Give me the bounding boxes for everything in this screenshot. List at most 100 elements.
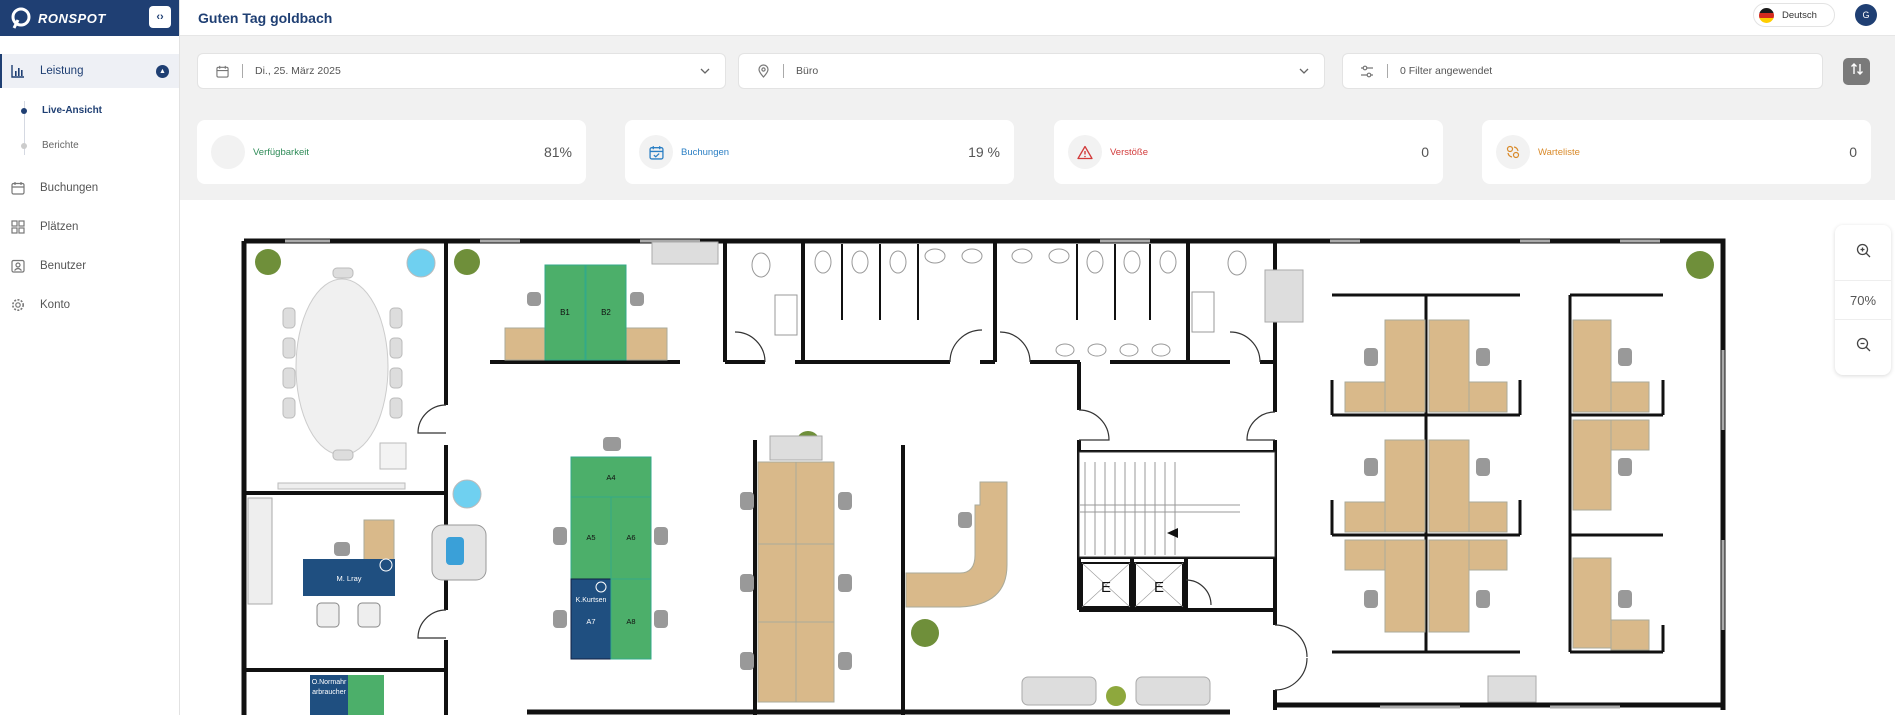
sidebar-item-label: Konto <box>40 299 71 311</box>
language-label: Deutsch <box>1782 9 1817 21</box>
booking-label-k-kurtsen: K.Kurtsen <box>576 597 607 604</box>
top-header: Guten Tag goldbach Deutsch G <box>180 0 1895 36</box>
windows <box>285 239 1725 709</box>
sort-button[interactable] <box>1843 58 1870 85</box>
booking-label-arbraucher: arbraucher <box>312 689 347 696</box>
stat-label: Verfügbarkeit <box>253 146 309 158</box>
stat-value: 19 % <box>968 144 1000 160</box>
plants <box>250 243 1714 706</box>
sidebar-item-label: Plätzen <box>40 221 79 233</box>
stat-value: 81% <box>543 144 572 160</box>
code-brackets-icon: ‹› <box>156 11 164 23</box>
filter-button[interactable]: 0 Filter angewendet <box>1342 53 1823 89</box>
zoom-out-icon <box>1856 337 1871 357</box>
coffee-machine-display <box>446 537 464 565</box>
stat-label: Verstöße <box>1110 146 1149 158</box>
warning-icon <box>1068 135 1102 169</box>
desk-label-a4: A4 <box>606 473 615 482</box>
location-select[interactable]: Büro <box>738 53 1325 89</box>
filter-status: 0 Filter angewendet <box>1400 65 1493 77</box>
sidebar-item-konto[interactable]: Konto <box>0 288 179 322</box>
grid-icon <box>10 219 26 235</box>
sidebar-subitem-live-ansicht[interactable]: Live-Ansicht <box>0 93 179 128</box>
waitlist-icon <box>1496 135 1530 169</box>
sidebar-item-buchungen[interactable]: Buchungen <box>0 171 179 205</box>
sidebar: RONSPOT ‹› Leistung ▲ Live-Ansicht Beric… <box>0 0 180 715</box>
sidebar-item-leistung[interactable]: Leistung ▲ <box>0 54 179 88</box>
chevron-down-icon <box>699 65 711 77</box>
desk-label-a7: A7 <box>586 617 595 626</box>
divider <box>1387 64 1388 78</box>
booking-label-o-normahr: O.Normahr <box>312 679 347 686</box>
desk-label-a6: A6 <box>626 533 635 542</box>
zoom-level: 70% <box>1835 280 1891 320</box>
language-selector[interactable]: Deutsch <box>1753 3 1835 27</box>
chevron-up-icon: ▲ <box>156 64 169 78</box>
desk-label-b1: B1 <box>560 308 570 317</box>
stat-card-bookings: Buchungen 19 % <box>625 120 1014 184</box>
sidebar-item-label: Leistung <box>40 65 84 77</box>
gear-icon <box>10 297 26 313</box>
sort-arrows-icon <box>1850 62 1864 81</box>
german-flag-icon <box>1759 7 1774 23</box>
sink-counter <box>1264 269 1304 323</box>
divider <box>783 64 784 78</box>
sidebar-item-plaetzen[interactable]: Plätzen <box>0 210 179 244</box>
leistung-submenu: Live-Ansicht Berichte <box>0 93 179 163</box>
sidebar-subitem-label: Berichte <box>42 140 79 151</box>
elevator-label: E <box>1154 579 1164 596</box>
stat-value: 0 <box>1849 144 1857 160</box>
calendar-check-icon <box>639 135 673 169</box>
stat-label: Warteliste <box>1538 146 1580 158</box>
outer-walls <box>241 238 1726 715</box>
collapse-sidebar-button[interactable]: ‹› <box>149 6 171 28</box>
zoom-in-button[interactable] <box>1835 233 1891 273</box>
availability-icon <box>211 135 245 169</box>
desk-label-a8: A8 <box>626 617 635 626</box>
calendar-icon <box>10 180 26 196</box>
desk-label-b2: B2 <box>601 308 611 317</box>
bar-chart-icon <box>10 63 26 79</box>
sidebar-item-label: Benutzer <box>40 260 87 272</box>
brand-bar: RONSPOT ‹› <box>0 0 179 36</box>
stat-card-waitlist: Warteliste 0 <box>1482 120 1871 184</box>
main-nav: Leistung ▲ Live-Ansicht Berichte Buchung… <box>0 54 179 322</box>
zoom-out-button[interactable] <box>1835 327 1891 367</box>
brand-name: RONSPOT <box>38 10 106 26</box>
restrooms <box>751 248 1247 357</box>
zoom-controls: 70% <box>1835 225 1891 375</box>
elevator-label: E <box>1101 579 1111 596</box>
stat-card-violations: Verstöße 0 <box>1054 120 1443 184</box>
zoom-in-icon <box>1856 243 1871 263</box>
stat-value: 0 <box>1421 144 1429 160</box>
active-dot-icon <box>21 107 27 114</box>
sliders-icon <box>1359 63 1375 79</box>
inactive-dot-icon <box>21 142 27 149</box>
sidebar-subitem-berichte[interactable]: Berichte <box>0 128 179 163</box>
right-office-cubicles <box>1330 293 1665 703</box>
stat-label: Buchungen <box>681 146 730 158</box>
floor-plan-drawing: B1 B2 M. Lray O.Normahr arbraucher A4 A5… <box>241 238 1726 715</box>
location-pin-icon <box>755 63 771 79</box>
conference-table <box>277 267 407 490</box>
office-bottom-left: O.Normahr arbraucher <box>310 675 384 715</box>
floor-plan[interactable]: B1 B2 M. Lray O.Normahr arbraucher A4 A5… <box>180 200 1895 715</box>
sidebar-subitem-label: Live-Ansicht <box>42 105 103 116</box>
sidebar-item-benutzer[interactable]: Benutzer <box>0 249 179 283</box>
desk-block-a: A4 A5 A6 A7 A8 K.Kurtsen <box>553 437 668 660</box>
office-m-lray: M. Lray <box>247 497 395 628</box>
date-picker[interactable]: Di., 25. März 2025 <box>197 53 726 89</box>
desk-label-a5: A5 <box>586 533 595 542</box>
avatar[interactable]: G <box>1855 4 1877 26</box>
page-title: Guten Tag goldbach <box>198 9 333 26</box>
location-value: Büro <box>796 65 819 77</box>
stairwell <box>1078 451 1276 558</box>
stat-card-availability: Verfügbarkeit 81% <box>197 120 586 184</box>
room-b-desks: B1 B2 <box>504 241 719 361</box>
sidebar-item-label: Buchungen <box>40 182 99 194</box>
ronspot-logo-icon <box>10 6 34 30</box>
reception-desk <box>905 481 1008 608</box>
calendar-icon <box>214 63 230 79</box>
booking-label-m-lray: M. Lray <box>336 574 361 583</box>
user-badge-icon <box>10 258 26 274</box>
